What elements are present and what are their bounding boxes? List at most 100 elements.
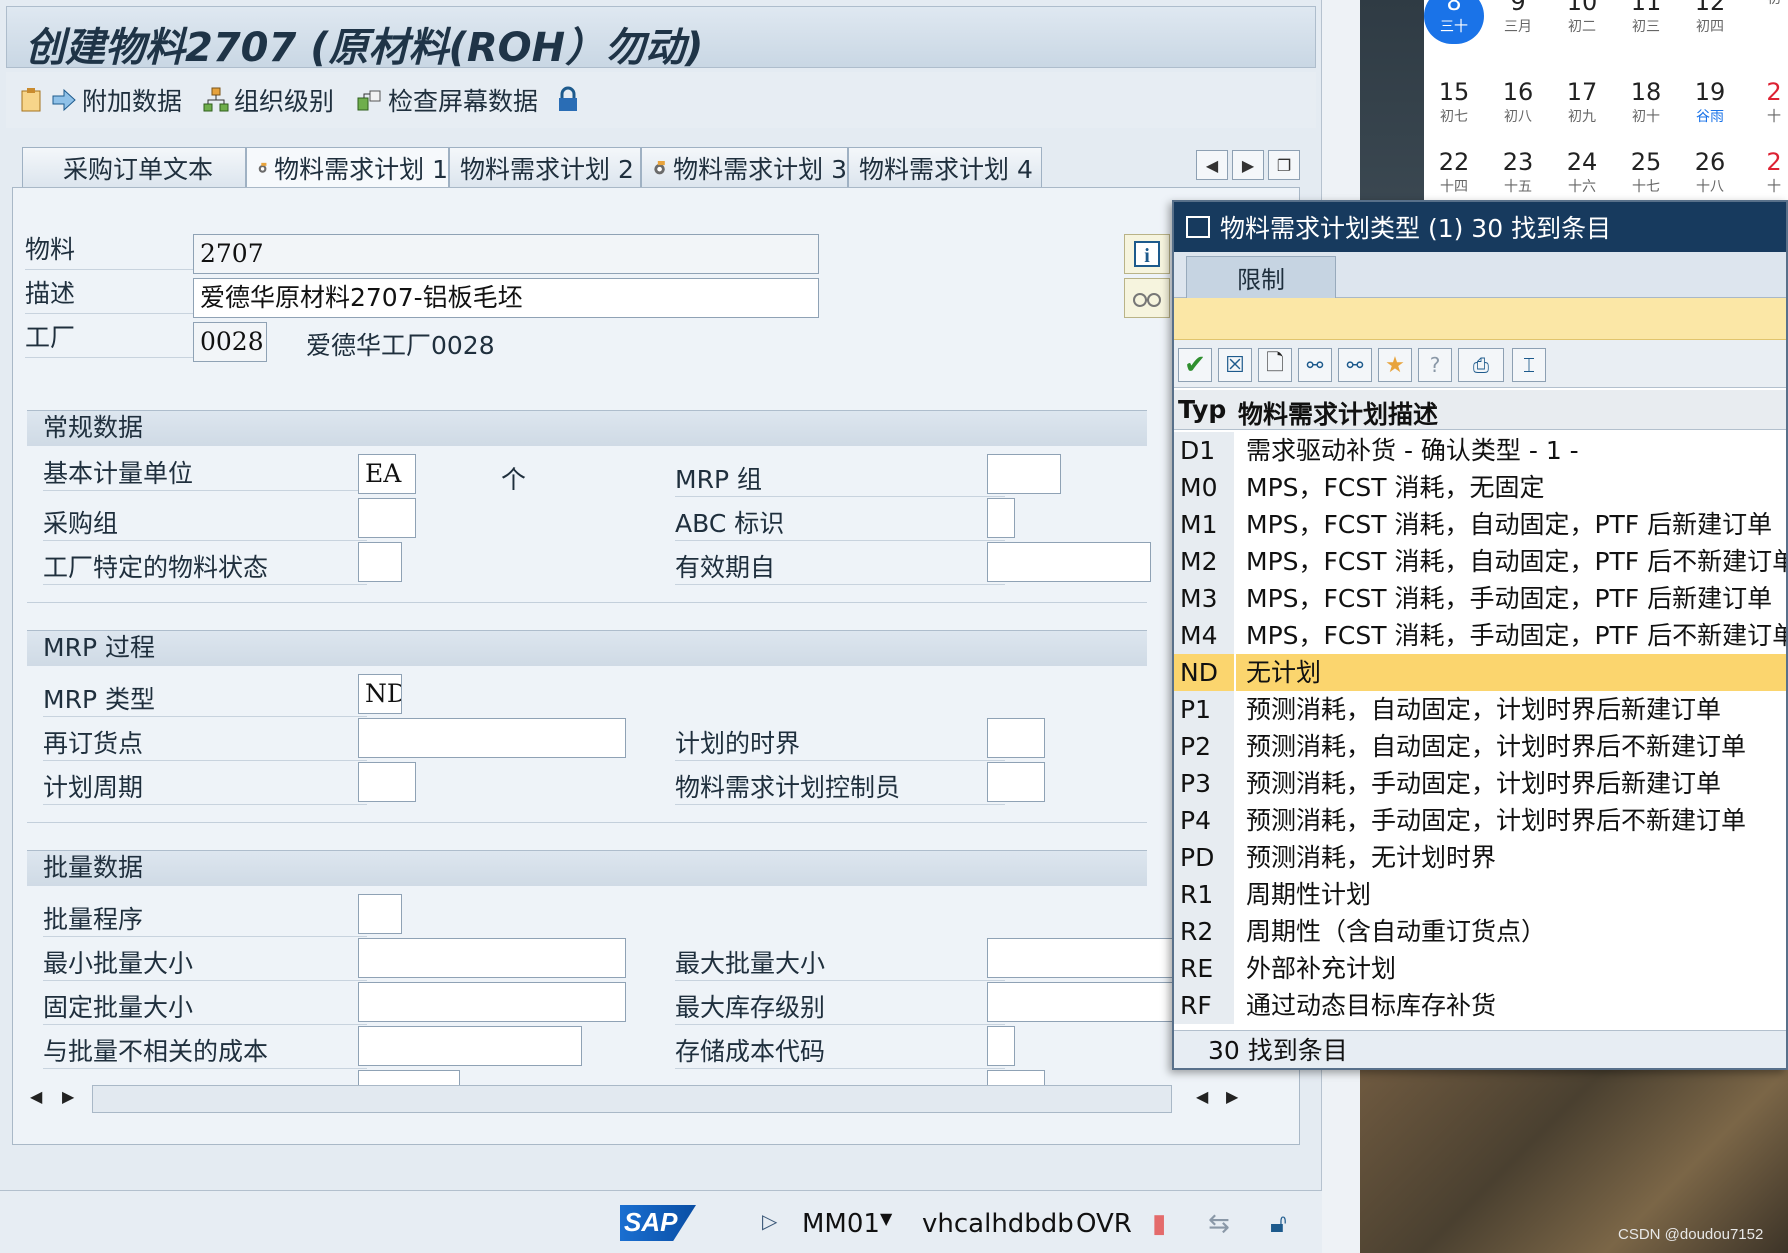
calendar-day[interactable]: 11 初三 bbox=[1616, 0, 1676, 36]
calendar-day[interactable]: 26 十八 bbox=[1680, 148, 1740, 196]
list-item[interactable]: P4 预测消耗，手动固定，计划时界后不新建订单 bbox=[1174, 802, 1786, 839]
calendar-day[interactable]: 25 十七 bbox=[1616, 148, 1676, 196]
unlock-icon[interactable]: 🔓︎ bbox=[1270, 1209, 1287, 1240]
list-item[interactable]: PD 预测消耗，无计划时界 bbox=[1174, 839, 1786, 876]
tab-mrp-2[interactable]: 物料需求计划 2 bbox=[449, 147, 641, 187]
lot-procedure-field[interactable] bbox=[358, 894, 402, 934]
scroll-track[interactable] bbox=[92, 1085, 1172, 1113]
list-item[interactable]: M3 MPS，FCST 消耗，手动固定，PTF 后新建订单 bbox=[1174, 580, 1786, 617]
list-item[interactable]: RF 通过动态目标库存补货 bbox=[1174, 987, 1786, 1024]
find-next-button[interactable]: ⚯ bbox=[1338, 348, 1372, 382]
valid-from-field[interactable] bbox=[987, 542, 1151, 582]
tab-prev-button[interactable]: ◀ bbox=[1196, 150, 1228, 180]
tab-label: 物料需求计划 1 bbox=[274, 154, 448, 184]
plant-field[interactable]: 0028 bbox=[193, 322, 267, 362]
purchasing-group-field[interactable] bbox=[358, 498, 416, 538]
calendar-day[interactable]: 2十 bbox=[1744, 78, 1788, 126]
mrp-type-description: 预测消耗，自动固定，计划时界后不新建订单 bbox=[1246, 732, 1747, 761]
list-item[interactable]: M0 MPS，FCST 消耗，无固定 bbox=[1174, 469, 1786, 506]
org-levels-button[interactable]: 组织级别 bbox=[202, 82, 334, 118]
list-item[interactable]: M4 MPS，FCST 消耗，手动固定，PTF 后不新建订单 bbox=[1174, 617, 1786, 654]
list-item[interactable]: RE 外部补充计划 bbox=[1174, 950, 1786, 987]
column-header-description[interactable]: 物料需求计划描述 bbox=[1238, 395, 1438, 431]
list-item[interactable]: D1 需求驱动补货 - 确认类型 - 1 - bbox=[1174, 432, 1786, 469]
lot-cost-field[interactable] bbox=[358, 1026, 582, 1066]
list-item[interactable]: P2 预测消耗，自动固定，计划时界后不新建订单 bbox=[1174, 728, 1786, 765]
max-stock-level-field[interactable] bbox=[987, 982, 1187, 1022]
planning-fence-field[interactable] bbox=[987, 718, 1045, 758]
tab-list-button[interactable]: ❐ bbox=[1268, 150, 1300, 180]
reorder-point-field[interactable] bbox=[358, 718, 626, 758]
purchasing-group-label: 采购组 bbox=[43, 504, 367, 541]
fixed-lot-size-field[interactable] bbox=[358, 982, 626, 1022]
scroll-left-icon[interactable]: ◀ bbox=[30, 1087, 42, 1106]
find-button[interactable]: ⚯ bbox=[1298, 348, 1332, 382]
column-header-type[interactable]: Typ bbox=[1178, 395, 1226, 424]
glasses-button[interactable] bbox=[1124, 278, 1170, 318]
mrp-type-code: P2 bbox=[1174, 728, 1234, 765]
triangle-right-icon: ▶ bbox=[1241, 155, 1255, 175]
cancel-button[interactable]: ☒ bbox=[1218, 348, 1252, 382]
list-item[interactable]: M1 MPS，FCST 消耗，自动固定，PTF 后新建订单 bbox=[1174, 506, 1786, 543]
calendar-day[interactable]: 18 初十 bbox=[1616, 78, 1676, 126]
list-item[interactable]: ND 无计划 bbox=[1174, 654, 1786, 691]
storage-cost-field[interactable] bbox=[987, 1026, 1015, 1066]
lock-button[interactable] bbox=[554, 82, 586, 118]
tab-next-button[interactable]: ▶ bbox=[1232, 150, 1264, 180]
mrp-controller-field[interactable] bbox=[987, 762, 1045, 802]
calendar-lunar-date: 十七 bbox=[1632, 179, 1660, 195]
list-item[interactable]: P1 预测消耗，自动固定，计划时界后新建订单 bbox=[1174, 691, 1786, 728]
new-button[interactable]: 🗋︎ bbox=[1258, 348, 1292, 382]
info-button[interactable]: i bbox=[1124, 234, 1170, 274]
favorites-button[interactable]: ★ bbox=[1378, 348, 1412, 382]
calendar-day[interactable]: 15 初七 bbox=[1424, 78, 1484, 126]
list-item[interactable]: R1 周期性计划 bbox=[1174, 876, 1786, 913]
tab-mrp-4[interactable]: 物料需求计划 4 bbox=[848, 147, 1042, 187]
description-field[interactable]: 爱德华原材料2707-铝板毛坯 bbox=[193, 278, 819, 318]
abc-indicator-field[interactable] bbox=[987, 498, 1015, 538]
base-uom-field[interactable]: EA bbox=[358, 454, 416, 494]
calendar-day[interactable]: 初 bbox=[1744, 0, 1788, 8]
calendar-day[interactable]: 19 谷雨 bbox=[1680, 78, 1740, 126]
calendar-day[interactable]: 24 十六 bbox=[1552, 148, 1612, 196]
max-lot-size-field[interactable] bbox=[987, 938, 1187, 978]
mrp-type-code: M2 bbox=[1174, 543, 1234, 580]
scroll-left-icon[interactable]: ◀ bbox=[1196, 1087, 1208, 1106]
chevron-down-icon[interactable]: ▼ bbox=[880, 1209, 892, 1228]
planning-cycle-field[interactable] bbox=[358, 762, 416, 802]
calendar-day[interactable]: 2十 bbox=[1744, 148, 1788, 196]
horizontal-scrollbar[interactable]: ◀ ▶ ◀ ▶ bbox=[22, 1083, 1297, 1115]
check-screen-data-button[interactable]: 检查屏幕数据 bbox=[356, 82, 538, 118]
plant-status-field[interactable] bbox=[358, 542, 402, 582]
triangle-left-icon: ◀ bbox=[1205, 155, 1219, 175]
help-button[interactable]: ? bbox=[1418, 348, 1452, 382]
tab-purchase-order-text[interactable]: 采购订单文本 bbox=[22, 147, 246, 187]
list-item[interactable]: P3 预测消耗，手动固定，计划时界后新建订单 bbox=[1174, 765, 1786, 802]
list-item[interactable]: R2 周期性（含自动重订货点） bbox=[1174, 913, 1786, 950]
additional-data-button[interactable]: 附加数据 bbox=[18, 82, 182, 118]
material-field[interactable]: 2707 bbox=[193, 234, 819, 274]
scroll-right-icon[interactable]: ▶ bbox=[62, 1087, 74, 1106]
calendar-day[interactable]: 10 初二 bbox=[1552, 0, 1612, 36]
calendar-day[interactable]: 12 初四 bbox=[1680, 0, 1740, 36]
mrp-group-field[interactable] bbox=[987, 454, 1061, 494]
print-button[interactable]: ⎙ bbox=[1458, 348, 1504, 382]
mrp-type-field[interactable]: ND bbox=[358, 674, 402, 714]
confirm-button[interactable]: ✔ bbox=[1178, 348, 1212, 382]
calendar-day[interactable]: 22 十四 bbox=[1424, 148, 1484, 196]
calendar-lunar-date: 十六 bbox=[1568, 179, 1596, 195]
scroll-right-icon[interactable]: ▶ bbox=[1226, 1087, 1238, 1106]
triangle-right-icon[interactable]: ▷ bbox=[762, 1209, 777, 1233]
tab-restrictions[interactable]: 限制 bbox=[1186, 256, 1336, 298]
calendar-day[interactable]: 8 三十 bbox=[1424, 0, 1484, 44]
calendar-day[interactable]: 9 三月 bbox=[1488, 0, 1548, 36]
tab-mrp-3[interactable]: 物料需求计划 3 bbox=[641, 147, 848, 187]
org-hierarchy-icon bbox=[203, 87, 229, 112]
settings-button[interactable]: ⌶ bbox=[1512, 348, 1546, 382]
tab-mrp-1[interactable]: 物料需求计划 1 bbox=[246, 147, 449, 187]
list-item[interactable]: M2 MPS，FCST 消耗，自动固定，PTF 后不新建订单 bbox=[1174, 543, 1786, 580]
calendar-day[interactable]: 17 初九 bbox=[1552, 78, 1612, 126]
calendar-day[interactable]: 23 十五 bbox=[1488, 148, 1548, 196]
calendar-day[interactable]: 16 初八 bbox=[1488, 78, 1548, 126]
min-lot-size-field[interactable] bbox=[358, 938, 626, 978]
